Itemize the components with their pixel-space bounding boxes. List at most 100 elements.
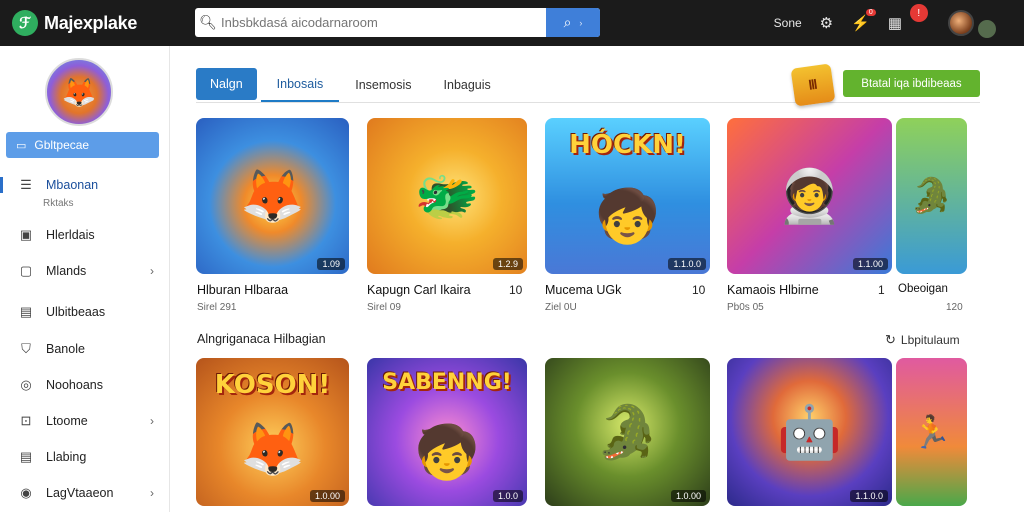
game-version: 1.1.00 xyxy=(852,258,888,270)
window-icon: ☰ xyxy=(20,177,32,192)
sidebar-item-label: LagVtaaeon xyxy=(46,486,114,500)
tab-third[interactable]: Insemosis xyxy=(339,68,427,102)
game-count: 10 xyxy=(692,283,706,297)
game-version: 1.09 xyxy=(317,258,345,270)
chevron-right-icon: › xyxy=(150,264,154,278)
game-title[interactable]: Hlburan Hlbaraa xyxy=(197,283,288,297)
search-button[interactable]: ⌕ › xyxy=(546,8,600,37)
cta-button[interactable]: Btatal iqa ibdibeaas xyxy=(843,70,980,97)
game-art: 🧒 xyxy=(595,187,660,246)
activity-badge: 0 xyxy=(865,9,876,16)
leaf-logo-icon: ℱ xyxy=(12,10,38,36)
target-icon: ◎ xyxy=(20,377,32,392)
search-bar: 🔍︎ ⌕ › xyxy=(195,8,600,37)
game-count: 1 xyxy=(878,283,885,297)
sidebar-item-label: Llabing xyxy=(46,450,87,464)
game-card[interactable]: SABENNG! 🧒 1.0.0 xyxy=(367,358,527,506)
sidebar-item-sub: Rktaks xyxy=(43,198,74,209)
refresh-icon: ↻ xyxy=(885,332,896,347)
sidebar-item-list[interactable]: ▤ Llabing xyxy=(0,449,170,465)
activity-icon[interactable]: ⚡ 0 xyxy=(851,9,876,32)
game-meta: 120 xyxy=(946,302,963,313)
profile-avatar[interactable]: 🦊 xyxy=(45,58,113,126)
shield-icon: ⛉ xyxy=(21,341,31,356)
game-card[interactable]: 🐊 1.0.00 xyxy=(545,358,710,506)
settings-icon[interactable]: ⚙ xyxy=(820,14,833,32)
top-bar: ℱ Majexplake 🔍︎ ⌕ › Sone ⚙ ⚡0 ▦! xyxy=(0,0,1024,46)
tab-active[interactable]: Inbosais xyxy=(260,68,340,102)
game-card[interactable]: 🦊 1.09 xyxy=(196,118,349,274)
search-icon: ⌕ xyxy=(563,14,572,30)
game-version: 1.1.0.0 xyxy=(850,490,888,502)
game-art: 🦊 xyxy=(240,420,305,479)
app-logo[interactable]: ℱ Majexplake xyxy=(12,10,194,36)
user-avatar[interactable] xyxy=(948,10,974,36)
sidebar-active-item[interactable]: ▭ Gbltpecae xyxy=(6,132,159,158)
game-art: 🤖 xyxy=(777,403,842,462)
game-meta: Sirel 09 xyxy=(367,302,401,313)
search-icon: 🔍︎ xyxy=(199,14,217,30)
game-art: 🐊 xyxy=(910,177,953,215)
game-count: 10 xyxy=(509,283,523,297)
sidebar-item-target[interactable]: ◎ Noohoans xyxy=(0,377,170,393)
tab-main[interactable]: Nalgn xyxy=(196,68,257,100)
game-card[interactable]: 🧑‍🚀 1.1.00 xyxy=(727,118,892,274)
game-meta: Sirel 291 xyxy=(197,302,237,313)
game-title[interactable]: Kapugn Carl Ikaira xyxy=(367,283,471,297)
notification-badge: ! xyxy=(909,4,928,22)
tab-fourth[interactable]: Inbaguis xyxy=(428,68,507,102)
game-version: 1.0.0 xyxy=(492,490,523,502)
user-icon: ◉ xyxy=(20,485,32,500)
sidebar: 🦊 ▭ Gbltpecae ☰ Mbaonan Rktaks ▣ Hlerlda… xyxy=(0,46,170,512)
card-icon: ▭ xyxy=(16,139,27,152)
game-card[interactable]: 🐊 xyxy=(896,118,967,274)
game-card[interactable]: 🐲 1.2.9 xyxy=(367,118,527,274)
top-actions: Sone ⚙ ⚡ 0 ▦! xyxy=(774,0,996,46)
image-icon: ▢ xyxy=(19,263,33,278)
game-art: 🏃 xyxy=(911,414,952,450)
sidebar-item-home[interactable]: ☰ Mbaonan xyxy=(0,177,170,193)
section-title: Alngriganaca Hilbagian xyxy=(197,332,326,346)
game-version: 1.0.00 xyxy=(670,490,706,502)
sidebar-item-shield[interactable]: ⛉ Banole xyxy=(0,341,170,357)
gift-icon[interactable]: ▦! xyxy=(888,4,928,32)
grid-icon: ▣ xyxy=(19,227,33,242)
search-input[interactable] xyxy=(221,8,546,37)
game-meta: Pb0s 05 xyxy=(727,302,764,313)
sidebar-item-docs[interactable]: ▤ Ulbitbeaas xyxy=(0,304,170,320)
sidebar-item-grid[interactable]: ▣ Hlerldais xyxy=(0,227,170,243)
game-art: 🦊 xyxy=(240,167,305,226)
game-version: 1.1.0.0 xyxy=(668,258,706,270)
sidebar-item-label: Ulbitbeaas xyxy=(46,305,106,319)
section-link[interactable]: ↻ Lbpitulaum xyxy=(885,332,960,348)
document-icon: ▤ xyxy=(19,304,33,319)
status-avatar xyxy=(978,20,996,38)
list-icon: ▤ xyxy=(19,449,33,464)
game-art: 🧑‍🚀 xyxy=(777,167,842,226)
app-name: Majexplake xyxy=(44,12,138,33)
sidebar-item-label: Noohoans xyxy=(46,378,103,392)
game-art: 🧒 xyxy=(414,423,480,482)
game-card[interactable]: 🤖 1.1.0.0 xyxy=(727,358,892,506)
sidebar-item-lock[interactable]: ⊡ Ltoome › xyxy=(0,413,170,429)
game-art: 🐲 xyxy=(414,167,480,226)
sidebar-item-user[interactable]: ◉ LagVtaaeon › xyxy=(0,485,170,501)
chevron-right-icon: › xyxy=(150,414,154,428)
game-meta: Ziel 0U xyxy=(545,302,577,313)
game-card[interactable]: 🏃 xyxy=(896,358,967,506)
game-art: 🐊 xyxy=(595,403,660,462)
sidebar-active-label: Gbltpecae xyxy=(34,138,90,152)
lock-icon: ⊡ xyxy=(20,413,32,428)
top-link[interactable]: Sone xyxy=(774,16,802,30)
chevron-right-icon: › xyxy=(579,17,583,28)
game-title[interactable]: Kamaois Hlbirne xyxy=(727,283,819,297)
game-version: 1.2.9 xyxy=(492,258,523,270)
game-title[interactable]: Mucema UGk xyxy=(545,283,621,297)
sidebar-item-label: Ltoome xyxy=(46,414,88,428)
game-title[interactable]: Obeoigan xyxy=(898,283,948,295)
game-card[interactable]: KOSON! 🦊 1.0.00 xyxy=(196,358,349,506)
game-card[interactable]: HÓCKN! 🧒 1.1.0.0 xyxy=(545,118,710,274)
sidebar-item-media[interactable]: ▢ Mlands › xyxy=(0,263,170,279)
promo-badge[interactable]: Ⅲ xyxy=(790,63,836,107)
sidebar-item-label: Hlerldais xyxy=(46,228,95,242)
